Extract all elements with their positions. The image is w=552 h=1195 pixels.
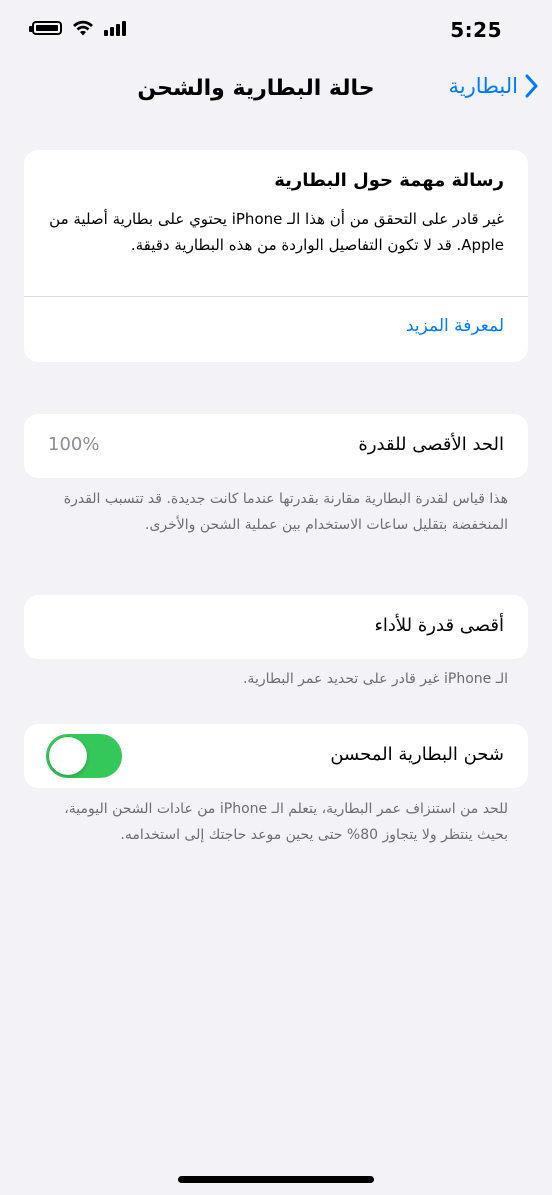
peak-performance-footnote: الـ iPhone غير قادر على تحديد عمر البطار… [242,671,508,687]
status-icons [29,20,126,36]
maximum-capacity-footnote: هذا قياس لقدرة البطارية مقارنة بقدرتها ع… [63,491,508,533]
wifi-icon [73,20,93,36]
learn-more-link[interactable]: لمعرفة المزيد [406,316,504,336]
battery-icon [29,21,62,35]
divider [24,296,528,297]
optimized-charging-row: شحن البطارية المحسن [24,724,528,788]
maximum-capacity-row: الحد الأقصى للقدرة 100% [24,414,528,478]
home-indicator[interactable] [178,1176,374,1183]
optimized-charging-toggle[interactable] [46,734,122,778]
optimized-charging-label: شحن البطارية المحسن [330,744,504,765]
status-time: 5:25 [450,18,502,42]
message-title: رسالة مهمة حول البطارية [274,170,504,191]
optimized-charging-footnote: للحد من استنزاف عمر البطارية، يتعلم الـ … [64,801,508,843]
cellular-signal-icon [104,20,126,36]
maximum-capacity-value: 100% [48,434,100,455]
toggle-knob [49,737,87,775]
page-title: حالة البطارية والشحن [137,76,375,101]
status-bar: 5:25 [0,0,552,60]
important-battery-message-card: رسالة مهمة حول البطارية غير قادر على الت… [24,150,528,362]
message-body: غير قادر على التحقق من أن هذا الـ iPhone… [49,210,504,254]
maximum-capacity-label: الحد الأقصى للقدرة [358,434,504,455]
peak-performance-label: أقصى قدرة للأداء [374,615,504,636]
peak-performance-row: أقصى قدرة للأداء [24,595,528,659]
navigation-bar: البطارية حالة البطارية والشحن [0,72,552,112]
